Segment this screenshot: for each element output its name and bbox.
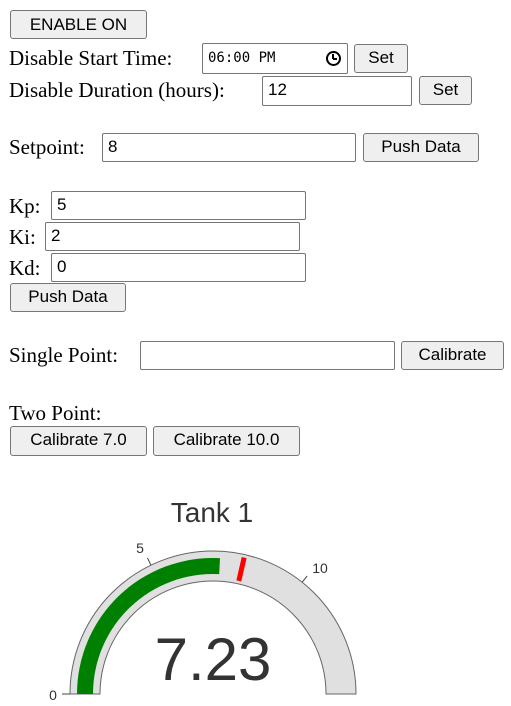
calibrate-10-button[interactable]: Calibrate 10.0 (153, 426, 300, 456)
enable-button[interactable]: ENABLE ON (10, 10, 147, 39)
disable-start-time-value: 06:00 PM (208, 50, 276, 66)
single-point-calibrate-button[interactable]: Calibrate (401, 341, 504, 370)
setpoint-input[interactable]: 8 (102, 133, 356, 162)
gauge-tick-10 (301, 575, 308, 583)
kd-label: Kd: (9, 256, 41, 280)
disable-duration-input[interactable]: 12 (262, 76, 412, 106)
pid-push-data-button[interactable]: Push Data (10, 283, 126, 312)
setpoint-push-data-button[interactable]: Push Data (363, 133, 479, 162)
kp-label: Kp: (9, 194, 41, 218)
tank-gauge: Tank 1 0 5 10 7.23 (49, 497, 357, 703)
gauge-tick-label-10: 10 (312, 560, 328, 576)
disable-start-time-label: Disable Start Time: (9, 46, 173, 70)
gauge-value-text: 7.23 (155, 626, 272, 693)
disable-start-time-input[interactable]: 06:00 PM (202, 43, 348, 74)
calibrate-7-button[interactable]: Calibrate 7.0 (10, 426, 147, 456)
ki-input[interactable]: 2 (45, 222, 300, 251)
single-point-input[interactable] (140, 341, 395, 370)
gauge-title: Tank 1 (171, 497, 254, 528)
kp-input[interactable]: 5 (51, 191, 306, 220)
disable-start-set-button[interactable]: Set (354, 44, 408, 73)
two-point-label: Two Point: (9, 401, 102, 425)
gauge-tick-label-5: 5 (136, 540, 144, 556)
disable-duration-label: Disable Duration (hours): (9, 78, 225, 102)
kd-input[interactable]: 0 (51, 253, 306, 282)
gauge-tick-5 (147, 557, 152, 566)
single-point-label: Single Point: (9, 343, 119, 367)
clock-icon[interactable] (326, 51, 341, 66)
gauge-tick-label-0: 0 (49, 687, 57, 703)
ki-label: Ki: (9, 225, 36, 249)
setpoint-label: Setpoint: (9, 135, 85, 159)
disable-duration-set-button[interactable]: Set (419, 76, 472, 105)
